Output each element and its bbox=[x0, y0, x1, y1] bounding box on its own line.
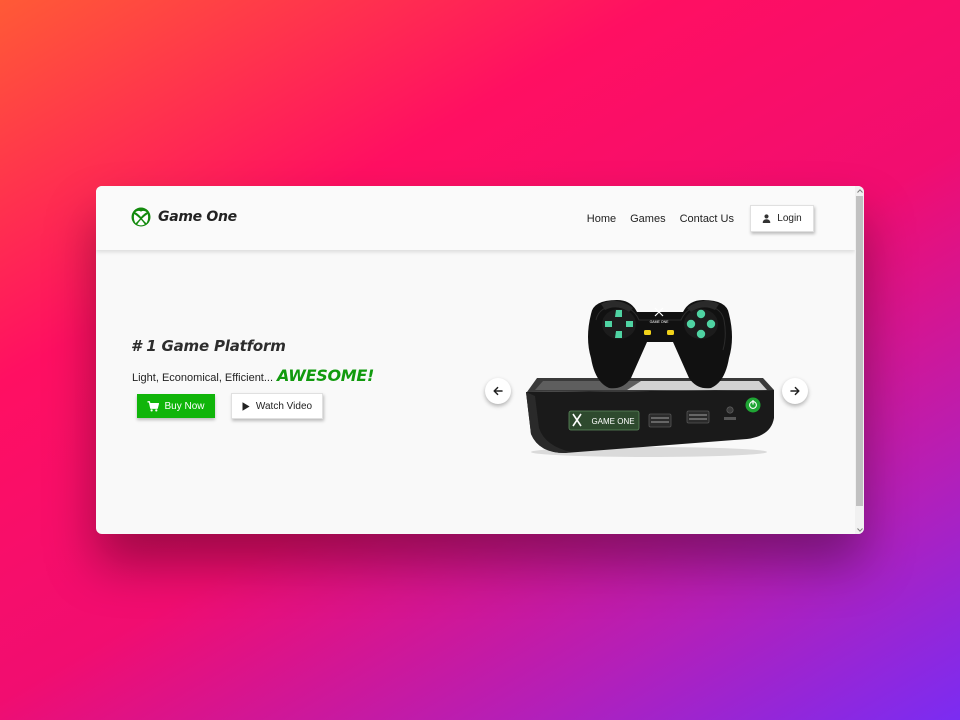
nav-link-home[interactable]: Home bbox=[587, 213, 616, 225]
console-label: GAME ONE bbox=[591, 417, 634, 426]
game-console: GAME ONE bbox=[526, 378, 774, 457]
product-image: GAME ONE GAME ONE bbox=[526, 300, 774, 457]
scroll-down-arrow[interactable] bbox=[855, 525, 864, 534]
carousel-next-button[interactable] bbox=[782, 378, 808, 404]
watch-video-button[interactable]: Watch Video bbox=[231, 393, 323, 419]
nav-link-contact[interactable]: Contact Us bbox=[680, 213, 734, 225]
brand[interactable]: Game One bbox=[131, 207, 237, 227]
chevron-down-icon bbox=[856, 527, 863, 532]
buy-now-label: Buy Now bbox=[164, 400, 205, 412]
watch-video-label: Watch Video bbox=[255, 400, 313, 412]
cart-icon bbox=[147, 400, 160, 411]
buy-now-button[interactable]: Buy Now bbox=[137, 394, 215, 418]
navbar: Game One Home Games Contact Us Login bbox=[96, 186, 855, 250]
tagline: Light, Economical, Efficient... AWESOME! bbox=[132, 366, 374, 385]
arrow-right-icon bbox=[790, 386, 800, 396]
tagline-text: Light, Economical, Efficient... bbox=[132, 372, 274, 384]
nav-links: Home Games Contact Us Login bbox=[587, 205, 814, 232]
carousel-prev-button[interactable] bbox=[485, 378, 511, 404]
xbox-logo-icon bbox=[131, 207, 151, 227]
browser-window: Game One Home Games Contact Us Login # 1… bbox=[96, 186, 864, 534]
arrow-left-icon bbox=[493, 386, 503, 396]
login-label: Login bbox=[777, 213, 802, 224]
chevron-up-icon bbox=[856, 188, 863, 193]
hero-title: # 1 Game Platform bbox=[131, 337, 286, 355]
controller-label: GAME ONE bbox=[650, 320, 670, 324]
vertical-scrollbar[interactable] bbox=[855, 186, 864, 534]
nav-link-games[interactable]: Games bbox=[630, 213, 665, 225]
play-icon bbox=[242, 401, 250, 411]
login-button[interactable]: Login bbox=[750, 205, 814, 232]
tagline-accent: AWESOME! bbox=[277, 366, 375, 385]
scrollbar-thumb[interactable] bbox=[856, 196, 863, 506]
game-controller: GAME ONE bbox=[588, 300, 732, 389]
user-icon bbox=[762, 214, 771, 223]
brand-name: Game One bbox=[158, 209, 237, 225]
scroll-up-arrow[interactable] bbox=[855, 186, 864, 195]
hero-actions: Buy Now Watch Video bbox=[137, 393, 323, 419]
